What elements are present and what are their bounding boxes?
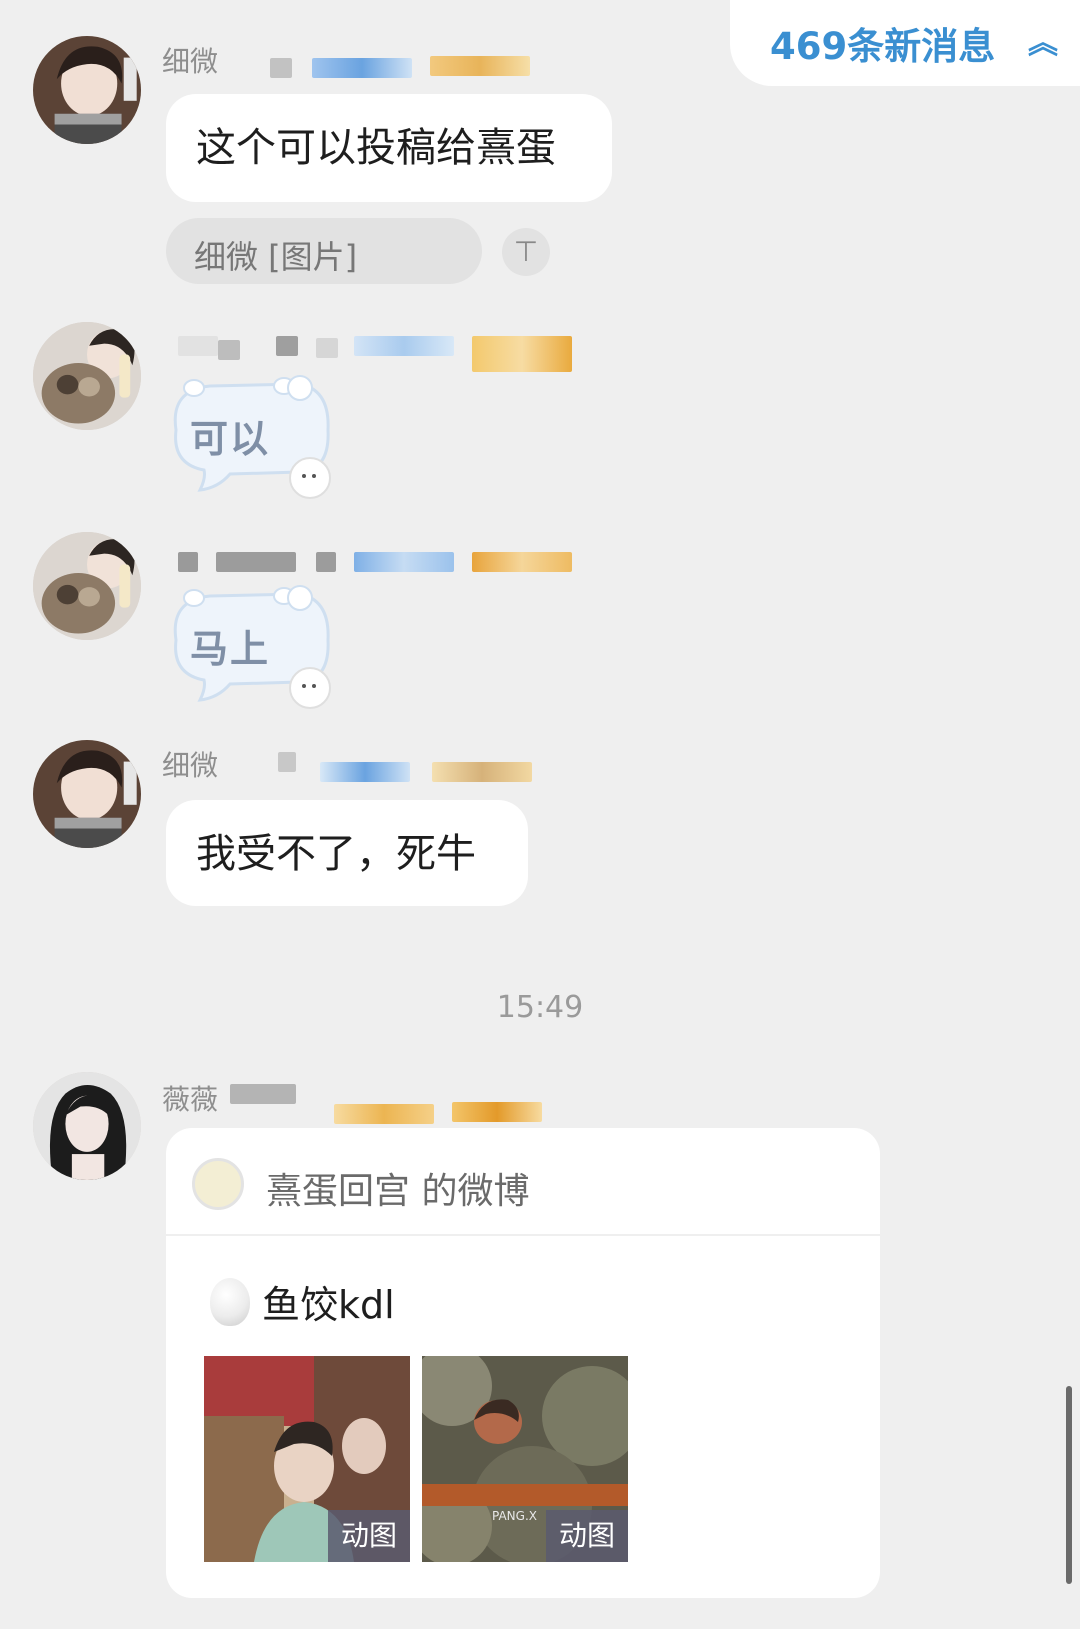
card-source: 熹蛋回宫 的微博 xyxy=(266,1171,530,1212)
avatar[interactable] xyxy=(33,532,141,640)
quoted-reply[interactable]: 细微 [图片] xyxy=(166,218,482,284)
sender-name: 细微 xyxy=(162,749,219,782)
gif-tag: 动图 xyxy=(546,1510,628,1562)
avatar[interactable] xyxy=(33,1072,141,1180)
timestamp: 15:49 xyxy=(496,990,584,1025)
pin-top-icon[interactable]: ⊤ xyxy=(502,228,550,276)
avatar[interactable] xyxy=(33,322,141,430)
shared-weibo-card[interactable]: 熹蛋回宫 的微博 鱼饺kdl 动图 PANG.X 动图 xyxy=(166,1128,880,1598)
sender-name: 薇薇 xyxy=(162,1083,219,1116)
message-bubble[interactable]: 这个可以投稿给熹蛋 xyxy=(166,94,612,202)
sticker-text: 可以 xyxy=(190,417,271,461)
chevron-double-up-icon: ︽ xyxy=(1028,26,1058,61)
post-image-1[interactable]: 动图 xyxy=(204,1356,410,1562)
new-messages-label: 469条新消息 xyxy=(770,25,996,68)
sender-name: 细微 xyxy=(162,45,219,78)
card-header[interactable]: 熹蛋回宫 的微博 xyxy=(166,1128,880,1236)
post-title: 鱼饺kdl xyxy=(262,1283,395,1327)
scrollbar[interactable] xyxy=(1066,1386,1072,1584)
sticker[interactable]: 可以 xyxy=(160,360,350,500)
avatar[interactable] xyxy=(33,36,141,144)
new-messages-button[interactable]: 469条新消息 ︽ xyxy=(730,0,1080,86)
avatar[interactable] xyxy=(33,740,141,848)
weibo-account-avatar xyxy=(192,1158,244,1210)
image-watermark: PANG.X xyxy=(492,1509,537,1523)
quote-text: 细微 [图片] xyxy=(194,238,358,276)
post-image-2[interactable]: PANG.X 动图 xyxy=(422,1356,628,1562)
egg-icon xyxy=(210,1278,250,1326)
gif-tag: 动图 xyxy=(328,1510,410,1562)
sticker[interactable]: 马上 xyxy=(160,570,350,710)
sticker-text: 马上 xyxy=(190,627,271,671)
message-bubble[interactable]: 我受不了，死牛 xyxy=(166,800,528,906)
